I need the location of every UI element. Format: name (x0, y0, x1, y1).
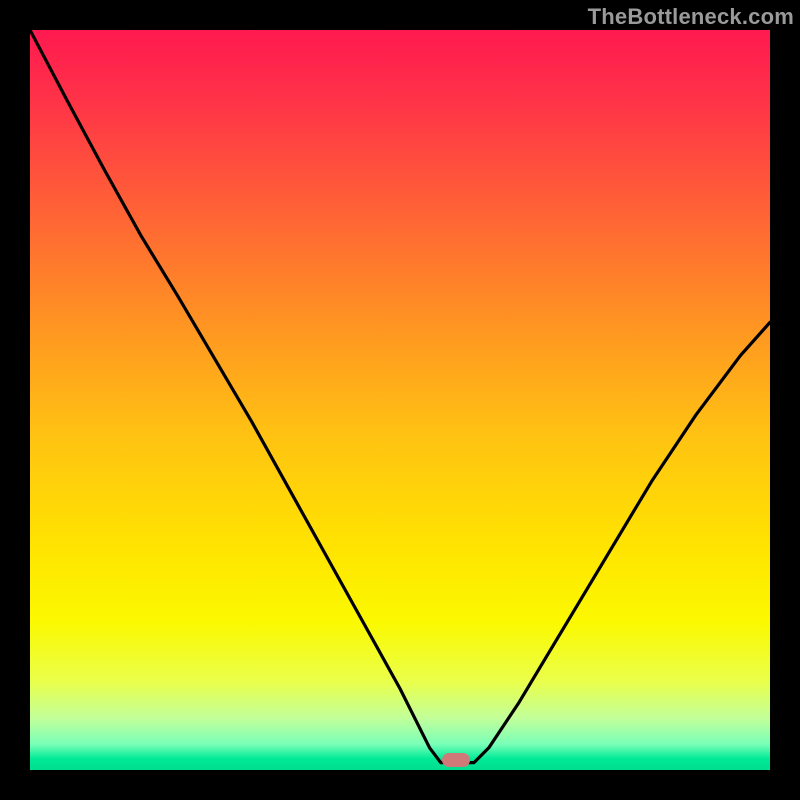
plot-area (30, 30, 770, 770)
watermark-text: TheBottleneck.com (588, 4, 794, 30)
chart-frame: TheBottleneck.com (0, 0, 800, 800)
optimal-marker (442, 753, 470, 767)
background-gradient (30, 30, 770, 770)
